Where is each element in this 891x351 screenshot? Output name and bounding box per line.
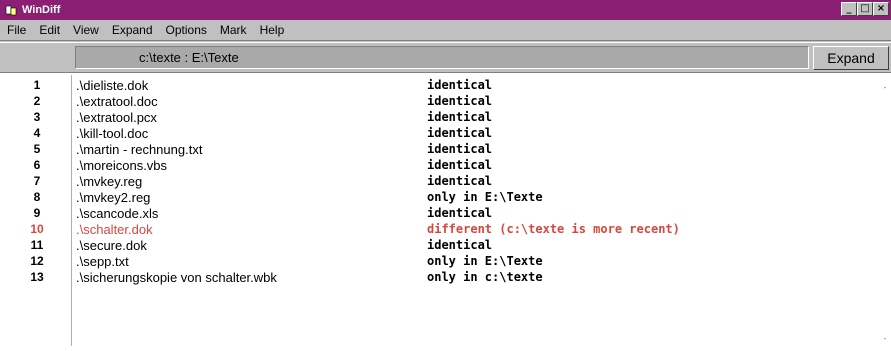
list-item[interactable]: 11 .\secure.dok identical: [0, 237, 870, 253]
comparison-status: identical: [427, 174, 493, 188]
file-name: .\schalter.dok: [76, 221, 153, 237]
line-number: 9: [33, 206, 41, 220]
list-item[interactable]: 10 .\schalter.dok different (c:\texte is m…: [0, 221, 870, 237]
scroll-up-icon[interactable]: -: [881, 83, 889, 93]
comparison-status: identical: [427, 94, 493, 108]
file-name: .\sicherungskopie von schalter.wbk: [76, 269, 277, 285]
line-number: 10: [30, 222, 44, 236]
line-number: 1: [33, 78, 41, 92]
file-name: .\sepp.txt: [76, 253, 129, 269]
line-number: 2: [33, 94, 41, 108]
file-name: .\secure.dok: [76, 237, 147, 253]
window-title: WinDiff: [22, 4, 61, 16]
line-number: 4: [33, 126, 41, 140]
file-name: .\mvkey.reg: [76, 173, 143, 189]
line-number: 5: [33, 142, 41, 156]
menu-file[interactable]: File: [5, 23, 28, 37]
list-item[interactable]: 12 .\sepp.txt only in E:\Texte: [0, 253, 870, 269]
list-item[interactable]: 3 .\extratool.pcx identical: [0, 109, 870, 125]
list-item[interactable]: 7 .\mvkey.reg identical: [0, 173, 870, 189]
comparison-status: only in E:\Texte: [427, 254, 543, 268]
file-name: .\scancode.xls: [76, 205, 159, 221]
comparison-status: only in E:\Texte: [427, 190, 543, 204]
menu-edit[interactable]: Edit: [37, 23, 62, 37]
title-bar: WinDiff _ □ ×: [0, 0, 891, 20]
file-name: .\mvkey2.reg: [76, 189, 151, 205]
list-item[interactable]: 4 .\kill-tool.doc identical: [0, 125, 870, 141]
comparison-status: identical: [427, 238, 493, 252]
minimize-button[interactable]: _: [841, 2, 857, 16]
comparison-status: identical: [427, 142, 493, 156]
list-item[interactable]: 6 .\moreicons.vbs identical: [0, 157, 870, 173]
menu-options[interactable]: Options: [164, 23, 209, 37]
list-item[interactable]: 5 .\martin - rechnung.txt identical: [0, 141, 870, 157]
line-number: 3: [33, 110, 41, 124]
compared-paths: c:\texte : E:\Texte: [75, 46, 809, 69]
line-number: 13: [30, 270, 44, 284]
comparison-status: identical: [427, 78, 493, 92]
file-comparison-list[interactable]: 1 .\dieliste.dok identical 2 .\extratool.doc…: [0, 72, 891, 351]
comparison-status: identical: [427, 158, 493, 172]
comparison-status: different (c:\texte is more recent): [427, 222, 680, 236]
file-name: .\kill-tool.doc: [76, 125, 149, 141]
file-name: .\moreicons.vbs: [76, 157, 168, 173]
comparison-status: only in c:\texte: [427, 270, 543, 284]
list-item[interactable]: 2 .\extratool.doc identical: [0, 93, 870, 109]
comparison-status: identical: [427, 110, 493, 124]
line-number: 8: [33, 190, 41, 204]
list-item[interactable]: 1 .\dieliste.dok identical: [0, 77, 870, 93]
file-name: .\extratool.doc: [76, 93, 158, 109]
line-number: 7: [33, 174, 41, 188]
line-number: 6: [33, 158, 41, 172]
menu-bar: File Edit View Expand Options Mark Help: [0, 20, 891, 41]
menu-mark[interactable]: Mark: [218, 23, 249, 37]
toolbar: c:\texte : E:\Texte Expand: [0, 42, 891, 72]
file-name: .\martin - rechnung.txt: [76, 141, 203, 157]
menu-view[interactable]: View: [71, 23, 101, 37]
comparison-status: identical: [427, 126, 493, 140]
close-button[interactable]: ×: [873, 2, 889, 16]
menu-expand[interactable]: Expand: [110, 23, 155, 37]
menu-help[interactable]: Help: [258, 23, 287, 37]
file-name: .\extratool.pcx: [76, 109, 157, 125]
line-number: 12: [30, 254, 44, 268]
windiff-app-icon[interactable]: [4, 3, 18, 17]
file-name: .\dieliste.dok: [76, 77, 149, 93]
list-item[interactable]: 13 .\sicherungskopie von schalter.wbk only…: [0, 269, 870, 285]
line-number: 11: [30, 238, 44, 252]
list-item[interactable]: 8 .\mvkey2.reg only in E:\Texte: [0, 189, 870, 205]
vertical-scrollbar[interactable]: - -: [877, 73, 891, 351]
expand-button[interactable]: Expand: [813, 46, 889, 70]
maximize-button[interactable]: □: [857, 2, 873, 16]
scroll-down-icon[interactable]: -: [881, 334, 889, 344]
comparison-status: identical: [427, 206, 493, 220]
list-item[interactable]: 9 .\scancode.xls identical: [0, 205, 870, 221]
